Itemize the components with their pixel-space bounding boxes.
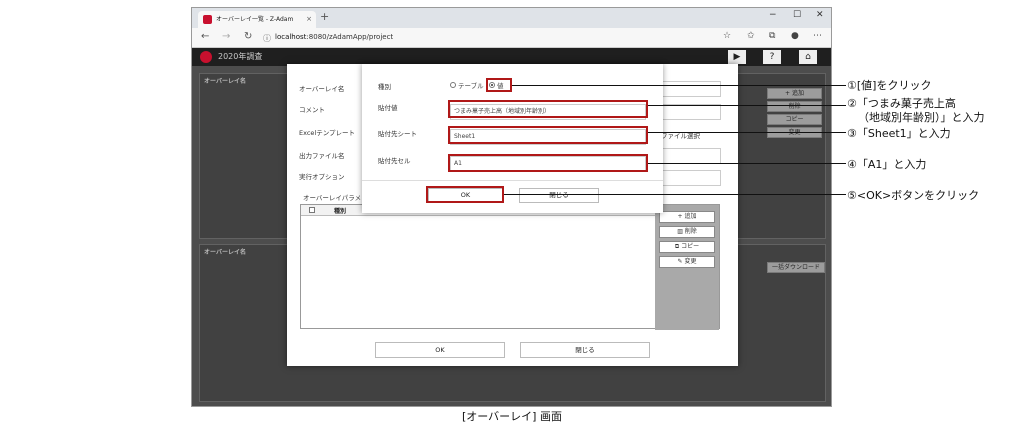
output-file-label: 出力ファイル名 — [299, 152, 345, 160]
highlight-sheet — [448, 126, 648, 144]
leader-line-5 — [504, 194, 846, 195]
help-button[interactable]: ? — [763, 50, 781, 64]
favorite-star-icon[interactable]: ☆ — [723, 31, 731, 41]
radio-table[interactable]: テーブル — [450, 80, 484, 90]
select-all-checkbox[interactable] — [309, 207, 315, 213]
tab-close-icon[interactable]: × — [306, 11, 312, 28]
overlay-close-button[interactable]: 閉じる — [520, 342, 650, 358]
maximize-icon[interactable]: ☐ — [793, 10, 801, 20]
param-add-button[interactable]: + 追加 — [659, 211, 715, 223]
favorites-bar-icon[interactable]: ✩ — [747, 31, 755, 41]
url-host: localhost — [275, 33, 307, 41]
close-window-icon[interactable]: ✕ — [816, 10, 824, 20]
leader-line-2 — [648, 105, 846, 106]
address-bar: ← → ↻ ⓘ localhost:8080/zAdamApp/project … — [192, 28, 831, 48]
param-copy-button[interactable]: ⧉ コピー — [659, 241, 715, 253]
exec-option-input[interactable] — [661, 170, 721, 186]
more-icon[interactable]: ⋯ — [813, 31, 822, 41]
browser-tab[interactable]: オーバーレイ一覧 - Z-Adam × — [198, 11, 316, 28]
highlight-paste-value — [448, 100, 648, 118]
overlay-ok-button[interactable]: OK — [375, 342, 505, 358]
url-path: :8080/zAdamApp/project — [306, 33, 394, 41]
type-column-header: 種別 — [334, 208, 347, 215]
comment-input[interactable] — [661, 104, 721, 120]
paste-value-label: 貼付値 — [378, 104, 398, 112]
home-button[interactable]: ⌂ — [799, 50, 817, 64]
refresh-icon[interactable]: ↻ — [244, 31, 252, 42]
param-table: 種別 + 追加 ▥ 削除 ⧉ コピー ✎ 変更 — [300, 204, 720, 330]
new-tab-icon[interactable]: + — [320, 10, 329, 23]
highlight-value-radio — [486, 78, 512, 92]
overlay-name-input[interactable] — [661, 81, 721, 97]
collections-icon[interactable]: ⧉ — [769, 31, 775, 41]
trash-icon: ▥ — [677, 228, 685, 235]
figure-caption: [オーバーレイ] 画面 — [462, 410, 562, 423]
app-logo-icon — [203, 15, 212, 24]
param-edit-button[interactable]: ✎ 変更 — [659, 256, 715, 268]
radio-table-icon — [450, 82, 456, 88]
tab-title: オーバーレイ一覧 - Z-Adam — [216, 16, 294, 23]
param-edit-label: 変更 — [684, 258, 697, 265]
url-field[interactable]: localhost:8080/zAdamApp/project — [275, 33, 393, 41]
param-delete-button[interactable]: ▥ 削除 — [659, 226, 715, 238]
excel-template-label: Excelテンプレート — [299, 129, 356, 137]
comment-label: コメント — [299, 106, 325, 114]
callout-3: ③「Sheet1」と入力 — [847, 127, 951, 140]
callout-2b: （地域別年齢別）」と入力 — [858, 111, 985, 124]
info-icon[interactable]: ⓘ — [263, 33, 271, 44]
dialog-divider — [362, 180, 663, 181]
param-delete-label: 削除 — [684, 228, 697, 235]
callout-4: ④「A1」と入力 — [847, 158, 927, 171]
project-title: 2020年調査 — [218, 52, 263, 61]
callout-1: ①[値]をクリック — [847, 79, 932, 92]
highlight-ok-button — [426, 186, 504, 203]
type-label: 種別 — [378, 83, 391, 91]
tab-bar: オーバーレイ一覧 - Z-Adam × + − ☐ ✕ — [192, 8, 831, 28]
exec-option-label: 実行オプション — [299, 173, 345, 181]
leader-line-4 — [648, 163, 846, 164]
highlight-cell — [448, 154, 648, 172]
callout-5: ⑤<OK>ボタンをクリック — [847, 189, 980, 202]
target-cell-label: 貼付先セル — [378, 157, 411, 165]
target-sheet-label: 貼付先シート — [378, 130, 417, 138]
param-copy-label: コピー — [681, 243, 700, 250]
radio-table-label: テーブル — [458, 82, 484, 90]
paste-close-button[interactable]: 閉じる — [519, 188, 599, 203]
leader-line-3 — [648, 132, 846, 133]
param-section-label: オーバーレイパラメ — [303, 194, 362, 202]
param-button-column: + 追加 ▥ 削除 ⧉ コピー ✎ 変更 — [655, 205, 719, 330]
browser-window: オーバーレイ一覧 - Z-Adam × + − ☐ ✕ ← → ↻ ⓘ loca… — [191, 7, 832, 407]
profile-icon[interactable]: ● — [791, 31, 799, 41]
leader-line-1 — [512, 85, 846, 86]
output-file-input[interactable] — [661, 148, 721, 164]
overlay-name-label: オーバーレイ名 — [299, 85, 345, 93]
run-button[interactable]: ▶ — [728, 50, 746, 64]
z-adam-logo-icon — [200, 51, 212, 63]
param-add-label: 追加 — [684, 213, 697, 220]
forward-icon[interactable]: → — [222, 31, 230, 42]
back-icon[interactable]: ← — [201, 31, 209, 42]
minimize-icon[interactable]: − — [769, 10, 777, 20]
